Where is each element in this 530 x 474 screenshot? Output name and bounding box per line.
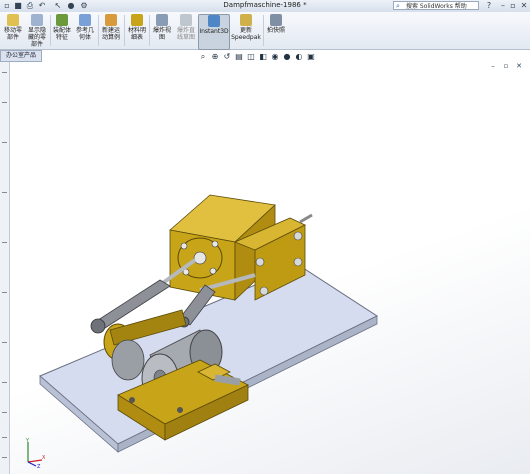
- help-icon[interactable]: ?: [484, 1, 494, 11]
- reference-geometry-icon: [79, 14, 91, 26]
- crankshaft-collar: [111, 339, 145, 381]
- bill-of-materials-icon: [131, 14, 143, 26]
- edit-appearance-icon[interactable]: ●: [282, 52, 292, 62]
- exploded-view-button[interactable]: 爆炸视图: [151, 14, 173, 48]
- rail-mark: [2, 102, 7, 103]
- exploded-view-icon: [156, 14, 168, 26]
- zoom-area-icon[interactable]: ⊕: [210, 52, 220, 62]
- restore-icon[interactable]: ▫: [508, 1, 518, 11]
- document-window-controls: – ▫ ✕: [488, 62, 524, 71]
- crank-pin: [90, 318, 106, 334]
- valve-bolt: [259, 286, 269, 296]
- rail-mark: [2, 242, 7, 243]
- display-style-icon[interactable]: ◧: [258, 52, 268, 62]
- view-triad-icon: Y X Z: [25, 438, 46, 468]
- update-speedpak-button[interactable]: 更新 Speedpak: [231, 14, 261, 48]
- zoom-to-fit-icon[interactable]: ⌕: [198, 52, 208, 62]
- cover-bolt: [211, 240, 219, 248]
- search-input[interactable]: ⌕ 搜索 SolidWorks 帮助: [393, 1, 479, 10]
- valve-bolt: [255, 257, 265, 267]
- valve-bolt: [293, 257, 303, 267]
- rail-mark: [2, 142, 7, 143]
- close-icon[interactable]: ✕: [519, 1, 529, 11]
- previous-view-icon[interactable]: ↺: [222, 52, 232, 62]
- minimize-icon[interactable]: –: [488, 62, 498, 71]
- rail-mark: [2, 457, 7, 458]
- ribbon-separator: [263, 15, 264, 46]
- hide-show-icon[interactable]: ◉: [270, 52, 280, 62]
- ribbon-separator: [149, 15, 150, 46]
- rail-mark: [2, 382, 7, 383]
- view-orientation-icon[interactable]: ◫: [246, 52, 256, 62]
- tab-office-products[interactable]: 办公室产品: [0, 50, 42, 62]
- reference-geometry-button[interactable]: 参考几何体: [74, 14, 96, 48]
- explode-line-sketch-icon: [180, 14, 192, 26]
- instant3d-icon: [208, 15, 220, 27]
- bill-of-materials-button[interactable]: 材料明细表: [126, 14, 148, 48]
- close-icon[interactable]: ✕: [514, 62, 524, 71]
- search-placeholder: 搜索 SolidWorks 帮助: [406, 3, 467, 10]
- rail-mark: [2, 72, 7, 73]
- ribbon-separator: [50, 15, 51, 46]
- section-view-icon[interactable]: ▤: [234, 52, 244, 62]
- new-motion-study-button[interactable]: 新建运动算例: [100, 14, 122, 48]
- piston-rod-gland: [193, 251, 207, 265]
- show-hidden-button[interactable]: 显示隐藏的零部件: [26, 14, 48, 48]
- valve-bolt: [293, 231, 303, 241]
- svg-text:X: X: [42, 455, 46, 461]
- command-manager-ribbon: 移动零部件 显示隐藏的零部件 装配体特征 参考几何体 新建运动算例 材料明细表 …: [0, 12, 530, 50]
- cover-bolt: [180, 242, 188, 250]
- rail-mark: [2, 437, 7, 438]
- move-component-button[interactable]: 移动零部件: [2, 14, 24, 48]
- snapshot-button[interactable]: 拍快照: [265, 14, 287, 48]
- bearing-bolt: [129, 397, 135, 403]
- graphics-viewport[interactable]: [10, 62, 530, 474]
- cover-bolt: [209, 267, 217, 275]
- explode-line-sketch-button[interactable]: 爆炸直线草图: [175, 14, 197, 48]
- svg-text:Y: Y: [25, 438, 30, 444]
- new-motion-study-icon: [105, 14, 117, 26]
- task-pane-rail[interactable]: [0, 62, 10, 474]
- assembly-feature-button[interactable]: 装配体特征: [52, 14, 72, 48]
- assembly-feature-icon: [56, 14, 68, 26]
- search-icon: ⌕: [396, 2, 400, 10]
- bearing-bolt: [177, 407, 183, 413]
- svg-text:Z: Z: [37, 464, 41, 468]
- ribbon-separator: [98, 15, 99, 46]
- minimize-icon[interactable]: –: [498, 1, 508, 11]
- rail-mark: [2, 292, 7, 293]
- crankshaft-end: [214, 374, 241, 386]
- rail-mark: [2, 412, 7, 413]
- speedpak-icon: [240, 14, 252, 26]
- rail-mark: [2, 192, 7, 193]
- rail-mark: [2, 342, 7, 343]
- show-hidden-icon: [31, 14, 43, 26]
- snapshot-icon: [270, 14, 282, 26]
- ribbon-separator: [124, 15, 125, 46]
- steam-engine-model[interactable]: [10, 62, 522, 474]
- restore-icon[interactable]: ▫: [501, 62, 511, 71]
- valve-rod-end: [299, 213, 313, 224]
- move-component-icon: [7, 14, 19, 26]
- view-settings-icon[interactable]: ▣: [306, 52, 316, 62]
- scene-icon[interactable]: ◐: [294, 52, 304, 62]
- instant3d-button[interactable]: Instant3D: [198, 14, 230, 50]
